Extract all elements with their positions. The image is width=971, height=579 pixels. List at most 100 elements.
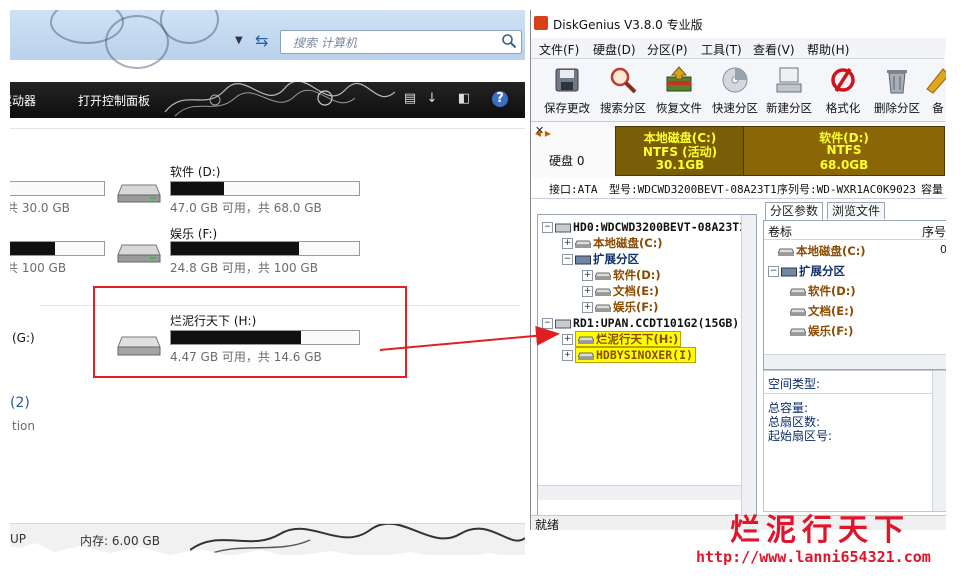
- drive-d-name[interactable]: 软件 (D:): [170, 163, 220, 180]
- partition-icon: [790, 287, 806, 297]
- menu-help[interactable]: 帮助(H): [807, 41, 849, 58]
- view-dropdown-icon[interactable]: ↓: [424, 91, 440, 107]
- decorative-ink-pattern: [164, 82, 395, 117]
- tree-node-hdbysinoxer[interactable]: + HDBYSINOXER(I): [562, 347, 696, 363]
- menu-file[interactable]: 文件(F): [539, 41, 579, 58]
- drive-g-name[interactable]: (G:): [12, 331, 35, 345]
- collapse-icon[interactable]: −: [768, 266, 779, 277]
- new-partition-icon: [776, 67, 802, 93]
- details-vertical-scrollbar[interactable]: [932, 371, 946, 511]
- partition-params-table: 卷标 序号 本地磁盘(C:) 0 −扩展分区 软件(D:) 文档(E:) 娱乐(…: [763, 220, 946, 370]
- search-partition-button[interactable]: 搜索分区: [595, 63, 651, 119]
- param-row-f[interactable]: 娱乐(F:): [790, 323, 853, 339]
- drive-f-name[interactable]: 娱乐 (F:): [170, 225, 217, 242]
- status-text: 就绪: [535, 518, 560, 530]
- help-icon[interactable]: ?: [492, 91, 508, 107]
- search-icon[interactable]: [501, 33, 517, 49]
- delete-partition-button[interactable]: 删除分区: [869, 63, 925, 119]
- detail-tabs: 分区参数 浏览文件: [763, 202, 946, 220]
- save-icon: [555, 68, 579, 92]
- partition-icon: [790, 327, 806, 337]
- params-horizontal-scrollbar[interactable]: [764, 354, 946, 369]
- save-changes-button[interactable]: 保存更改: [539, 63, 595, 119]
- tree-horizontal-scrollbar[interactable]: [538, 485, 742, 500]
- partition-block-d[interactable]: 软件(D:) NTFS 68.0GB: [743, 126, 945, 176]
- param-row-d[interactable]: 软件(D:): [790, 283, 856, 299]
- recover-files-button[interactable]: 恢复文件: [651, 63, 707, 119]
- tree-node-d[interactable]: + 软件(D:): [582, 267, 661, 283]
- tree-node-extended[interactable]: − 扩展分区: [562, 251, 639, 267]
- refresh-icon[interactable]: ⇆: [255, 31, 273, 50]
- param-row-c[interactable]: 本地磁盘(C:): [778, 243, 866, 259]
- menu-bar: 文件(F) 硬盘(D) 分区(P) 工具(T) 查看(V) 帮助(H): [531, 38, 946, 59]
- tab-partition-params[interactable]: 分区参数: [765, 202, 824, 220]
- tree-node-f[interactable]: + 娱乐(F:): [582, 299, 658, 315]
- disk-interface: 接口:ATA: [549, 183, 598, 196]
- expand-icon[interactable]: +: [562, 334, 573, 345]
- column-header-label[interactable]: 卷标: [768, 223, 792, 240]
- partition-icon: [578, 335, 594, 345]
- backup-button[interactable]: 备: [923, 63, 946, 119]
- collapse-icon[interactable]: −: [542, 318, 553, 329]
- format-button[interactable]: 格式化: [815, 63, 871, 119]
- menu-view[interactable]: 查看(V): [753, 41, 795, 58]
- new-partition-button[interactable]: 新建分区: [761, 63, 817, 119]
- collapse-icon[interactable]: −: [542, 222, 553, 233]
- tree-vertical-scrollbar[interactable]: [741, 215, 756, 515]
- diskgenius-window: DiskGenius V3.8.0 专业版 文件(F) 硬盘(D) 分区(P) …: [530, 10, 946, 530]
- open-control-panel-button[interactable]: 打开控制面板: [78, 92, 150, 109]
- chevron-down-icon[interactable]: ▼: [235, 35, 243, 46]
- param-row-e[interactable]: 文档(E:): [790, 303, 854, 319]
- partition-icon: [575, 239, 591, 249]
- search-partition-icon: [610, 67, 637, 94]
- expand-icon[interactable]: +: [582, 286, 593, 297]
- explorer-address-bar: ▼ ⇆ 搜索 计算机: [10, 10, 525, 69]
- map-drive-button[interactable]: 映射网络驱动器: [10, 92, 36, 109]
- decorative-ink-pattern: [190, 524, 525, 555]
- removable-section-count: (2): [10, 395, 30, 411]
- tree-node-h[interactable]: + 烂泥行天下(H:): [562, 331, 682, 347]
- disk-map: ◂ ▸ ✕ 硬盘 0 本地磁盘(C:) NTFS (活动) 30.1GB 软件(…: [531, 122, 946, 178]
- disk-label: 硬盘 0: [549, 154, 585, 168]
- drive-e-bar: [10, 241, 105, 256]
- menu-tools[interactable]: 工具(T): [701, 41, 742, 58]
- expand-icon[interactable]: +: [582, 302, 593, 313]
- collapse-icon[interactable]: −: [562, 254, 573, 265]
- tree-node-c[interactable]: + 本地磁盘(C:): [562, 235, 663, 251]
- disk-model: 型号:WDCWD3200BEVT-08A23T1: [609, 183, 777, 196]
- drive-f-info: 24.8 GB 可用，共 100 GB: [170, 261, 318, 275]
- tab-browse-files[interactable]: 浏览文件: [827, 202, 886, 219]
- preview-pane-icon[interactable]: ◧: [456, 91, 472, 107]
- tree-node-hd0[interactable]: − HD0:WDCWD3200BEVT-08A23T1: [542, 219, 746, 235]
- disk-capacity: 容量: [921, 183, 943, 196]
- explorer-toolbar: 映射网络驱动器 打开控制面板 ▤ ↓ ◧ ?: [10, 82, 525, 118]
- menu-partition[interactable]: 分区(P): [647, 41, 688, 58]
- tree-node-rd1[interactable]: − RD1:UPAN.CCDT101G2(15GB): [542, 315, 739, 331]
- disk-tree: − HD0:WDCWD3200BEVT-08A23T1 + 本地磁盘(C:) − 扩展…: [537, 214, 757, 516]
- partition-block-c[interactable]: 本地磁盘(C:) NTFS (活动) 30.1GB: [615, 126, 745, 176]
- expand-icon[interactable]: +: [582, 270, 593, 281]
- menu-disk[interactable]: 硬盘(D): [593, 41, 636, 58]
- app-icon: [534, 16, 548, 30]
- close-icon[interactable]: ✕: [535, 124, 544, 137]
- param-index-c: 0: [940, 243, 946, 256]
- tree-node-e[interactable]: + 文档(E:): [582, 283, 659, 299]
- extended-partition-icon: [781, 267, 797, 277]
- quick-partition-button[interactable]: 快速分区: [707, 63, 763, 119]
- partition-icon: [595, 303, 611, 313]
- drive-f[interactable]: [116, 233, 162, 268]
- watermark-title: 烂泥行天下: [730, 513, 910, 548]
- column-header-index[interactable]: 序号: [922, 223, 946, 240]
- disk-serial: 序列号:WD-WXR1AC0K9023: [777, 183, 916, 196]
- partition-icon: [790, 307, 806, 317]
- param-row-extended[interactable]: − 扩展分区: [768, 263, 845, 279]
- view-options-icon[interactable]: ▤: [402, 91, 418, 107]
- window-title: DiskGenius V3.8.0 专业版: [553, 18, 703, 32]
- partition-icon: [595, 287, 611, 297]
- search-input[interactable]: 搜索 计算机: [280, 30, 522, 54]
- drive-d[interactable]: [116, 173, 162, 208]
- expand-icon[interactable]: +: [562, 238, 573, 249]
- partition-details: 空间类型: 总容量: 总扇区数: 起始扇区号:: [763, 370, 946, 512]
- extended-partition-icon: [575, 255, 591, 265]
- expand-icon[interactable]: +: [562, 350, 573, 361]
